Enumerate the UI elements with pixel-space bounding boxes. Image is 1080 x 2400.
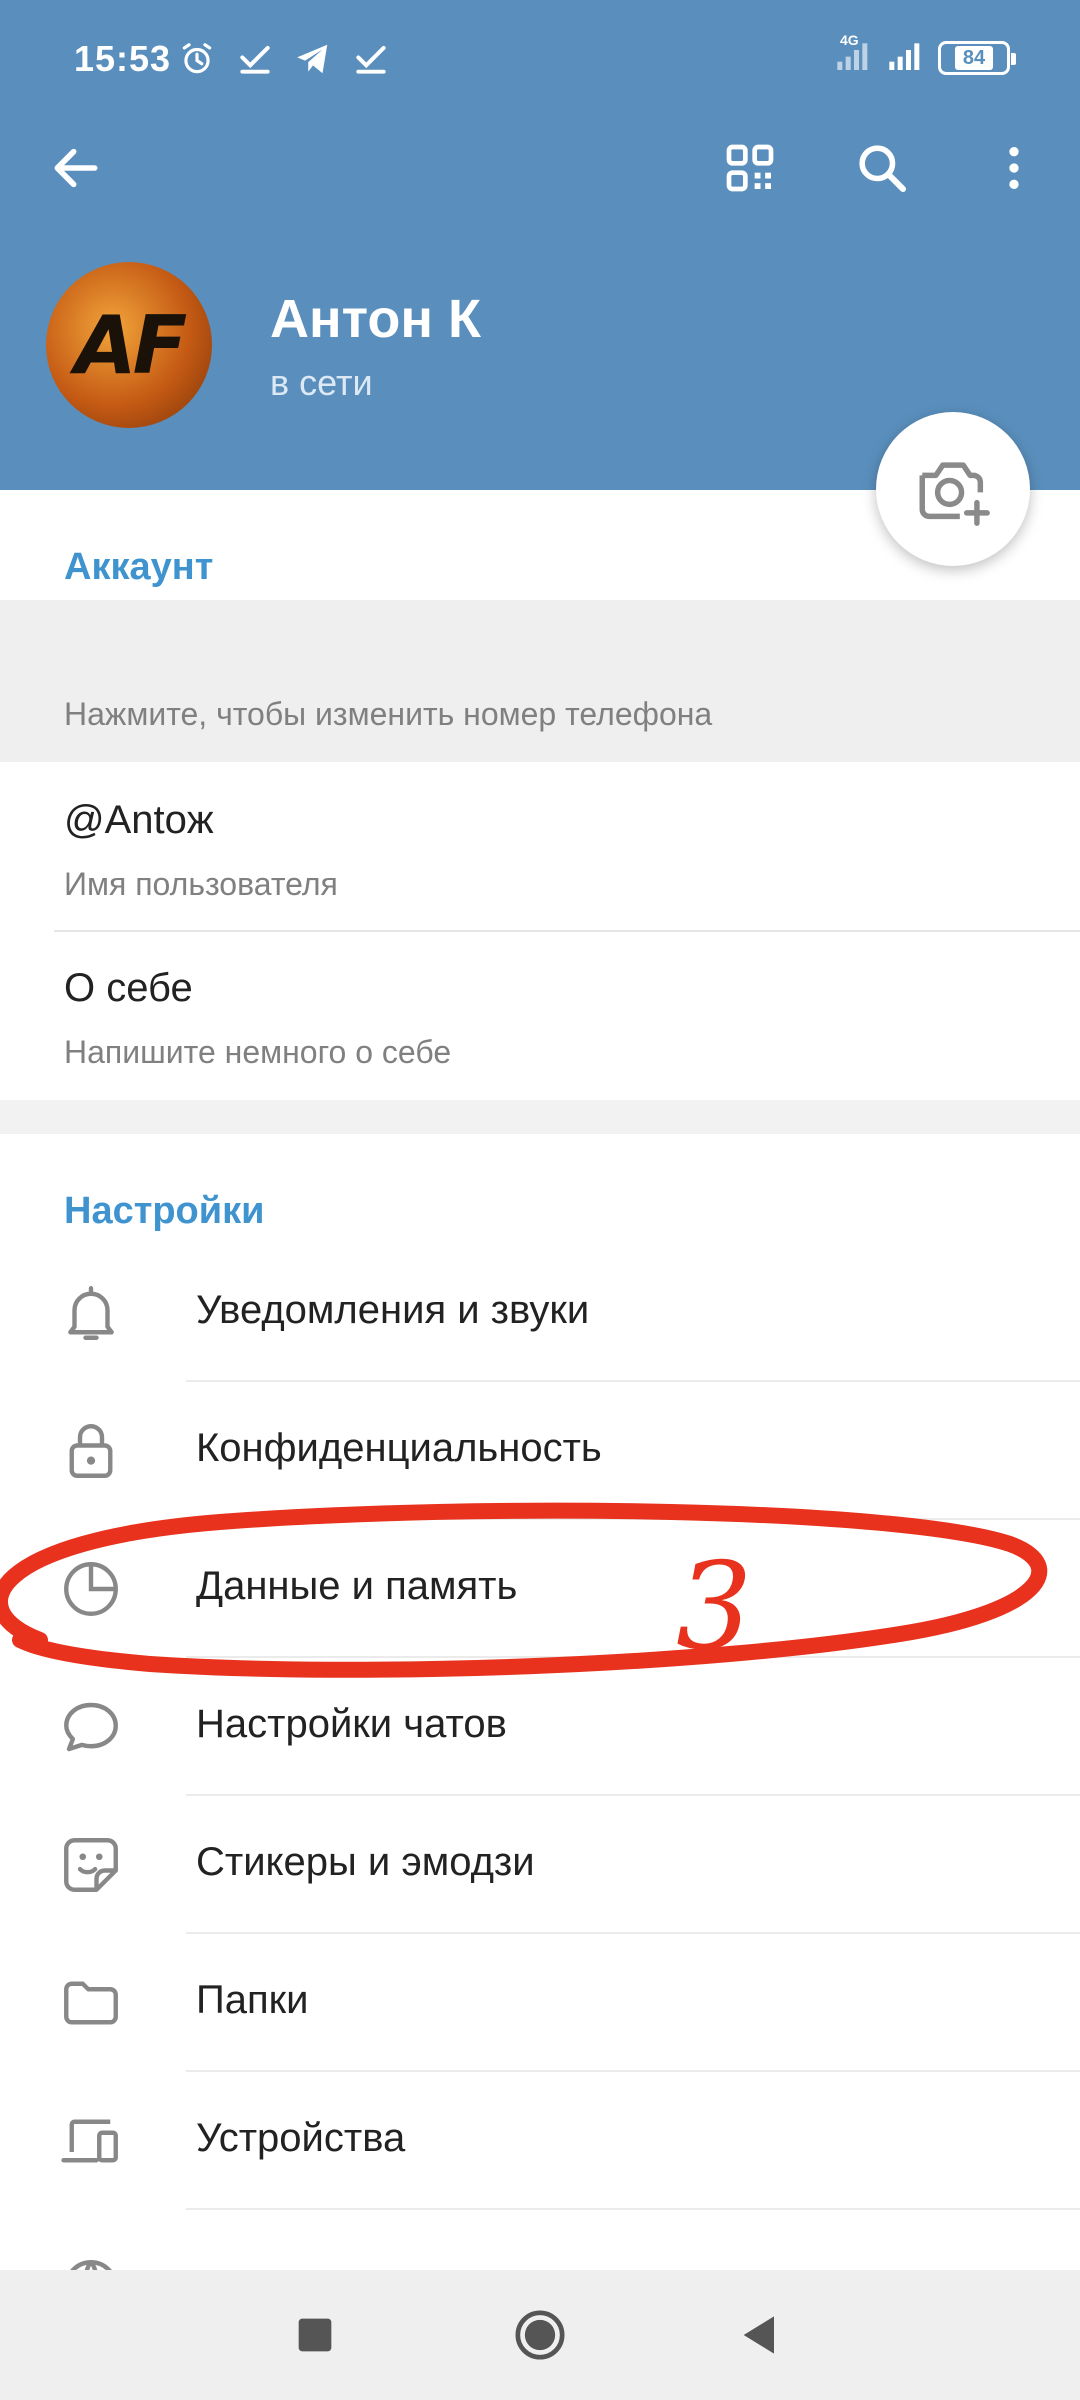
settings-item-label: Стикеры и эмодзи	[196, 1840, 535, 1884]
bio-hint: Напишите немного о себе	[64, 1034, 452, 1070]
profile-status: в сети	[270, 362, 373, 403]
phone-hint: Нажмите, чтобы изменить номер телефона	[64, 696, 713, 732]
account-section-title: Аккаунт	[64, 546, 214, 588]
system-status: 4G 84	[834, 32, 1016, 77]
settings-item-label: Устройства	[196, 2116, 406, 2160]
settings-item-data-storage[interactable]: Данные и память	[0, 1520, 1080, 1658]
settings-item-language[interactable]	[0, 2210, 1080, 2270]
chat-bubble-icon	[58, 1694, 124, 1760]
home-button[interactable]	[505, 2300, 575, 2370]
check-icon	[356, 45, 386, 74]
globe-icon	[58, 2254, 124, 2270]
circle-icon	[515, 2310, 565, 2360]
settings-item-label: Папки	[196, 1978, 309, 2022]
telegram-icon	[297, 44, 328, 74]
settings-item-chat-settings[interactable]: Настройки чатов	[0, 1658, 1080, 1796]
bell-icon	[58, 1280, 124, 1346]
sticker-icon	[58, 1832, 124, 1898]
recent-apps-button[interactable]	[280, 2300, 350, 2370]
username-value: @Antoж	[64, 798, 214, 842]
system-navigation-bar	[0, 2270, 1080, 2400]
alarm-icon	[182, 43, 212, 74]
profile-header: 15:53 4G 84 AF Антон К в сети	[0, 0, 1080, 490]
status-bar: 15:53 4G 84	[0, 0, 1080, 120]
search-button[interactable]	[842, 128, 922, 208]
username-hint: Имя пользователя	[64, 866, 338, 902]
settings-item-label: Конфиденциальность	[196, 1426, 602, 1470]
settings-item-notifications[interactable]: Уведомления и звуки	[0, 1244, 1080, 1382]
search-icon	[859, 145, 907, 193]
avatar-initials: AF	[74, 298, 188, 392]
settings-section-title: Настройки	[64, 1190, 265, 1232]
settings-item-folders[interactable]: Папки	[0, 1934, 1080, 2072]
back-nav-button[interactable]	[725, 2300, 795, 2370]
username-row[interactable]: @Antoж Имя пользователя	[0, 764, 1080, 930]
section-separator	[0, 1100, 1080, 1134]
triangle-back-icon	[743, 2316, 774, 2354]
signal-icon	[886, 38, 926, 77]
battery-level: 84	[954, 45, 994, 70]
more-vertical-icon	[1009, 147, 1019, 189]
check-icon	[240, 45, 270, 74]
set-photo-button[interactable]	[876, 412, 1030, 566]
settings-item-label: Данные и память	[196, 1564, 518, 1608]
more-options-button[interactable]	[974, 128, 1054, 208]
signal-4g-icon: 4G	[834, 32, 874, 77]
pie-chart-icon	[58, 1556, 124, 1622]
back-button[interactable]	[36, 128, 116, 208]
phone-row[interactable]: Нажмите, чтобы изменить номер телефона	[0, 600, 1080, 762]
notification-icons	[178, 40, 390, 78]
settings-item-label: Настройки чатов	[196, 1702, 507, 1746]
folder-icon	[58, 1970, 124, 2036]
lock-icon	[58, 1418, 124, 1484]
arrow-left-icon	[54, 148, 98, 188]
devices-icon	[58, 2108, 124, 2174]
settings-item-stickers[interactable]: Стикеры и эмодзи	[0, 1796, 1080, 1934]
avatar[interactable]: AF	[46, 262, 212, 428]
profile-name: Антон К	[270, 289, 481, 349]
camera-add-icon	[919, 462, 990, 526]
settings-item-devices[interactable]: Устройства	[0, 2072, 1080, 2210]
qr-code-button[interactable]	[710, 128, 790, 208]
settings-item-privacy[interactable]: Конфиденциальность	[0, 1382, 1080, 1520]
battery-icon: 84	[938, 40, 1016, 75]
bio-row[interactable]: О себе Напишите немного о себе	[0, 932, 1080, 1098]
status-time: 15:53	[74, 38, 172, 79]
bio-value: О себе	[64, 966, 193, 1010]
settings-item-label: Уведомления и звуки	[196, 1288, 590, 1332]
square-icon	[298, 2318, 332, 2352]
qr-code-icon	[726, 144, 774, 192]
